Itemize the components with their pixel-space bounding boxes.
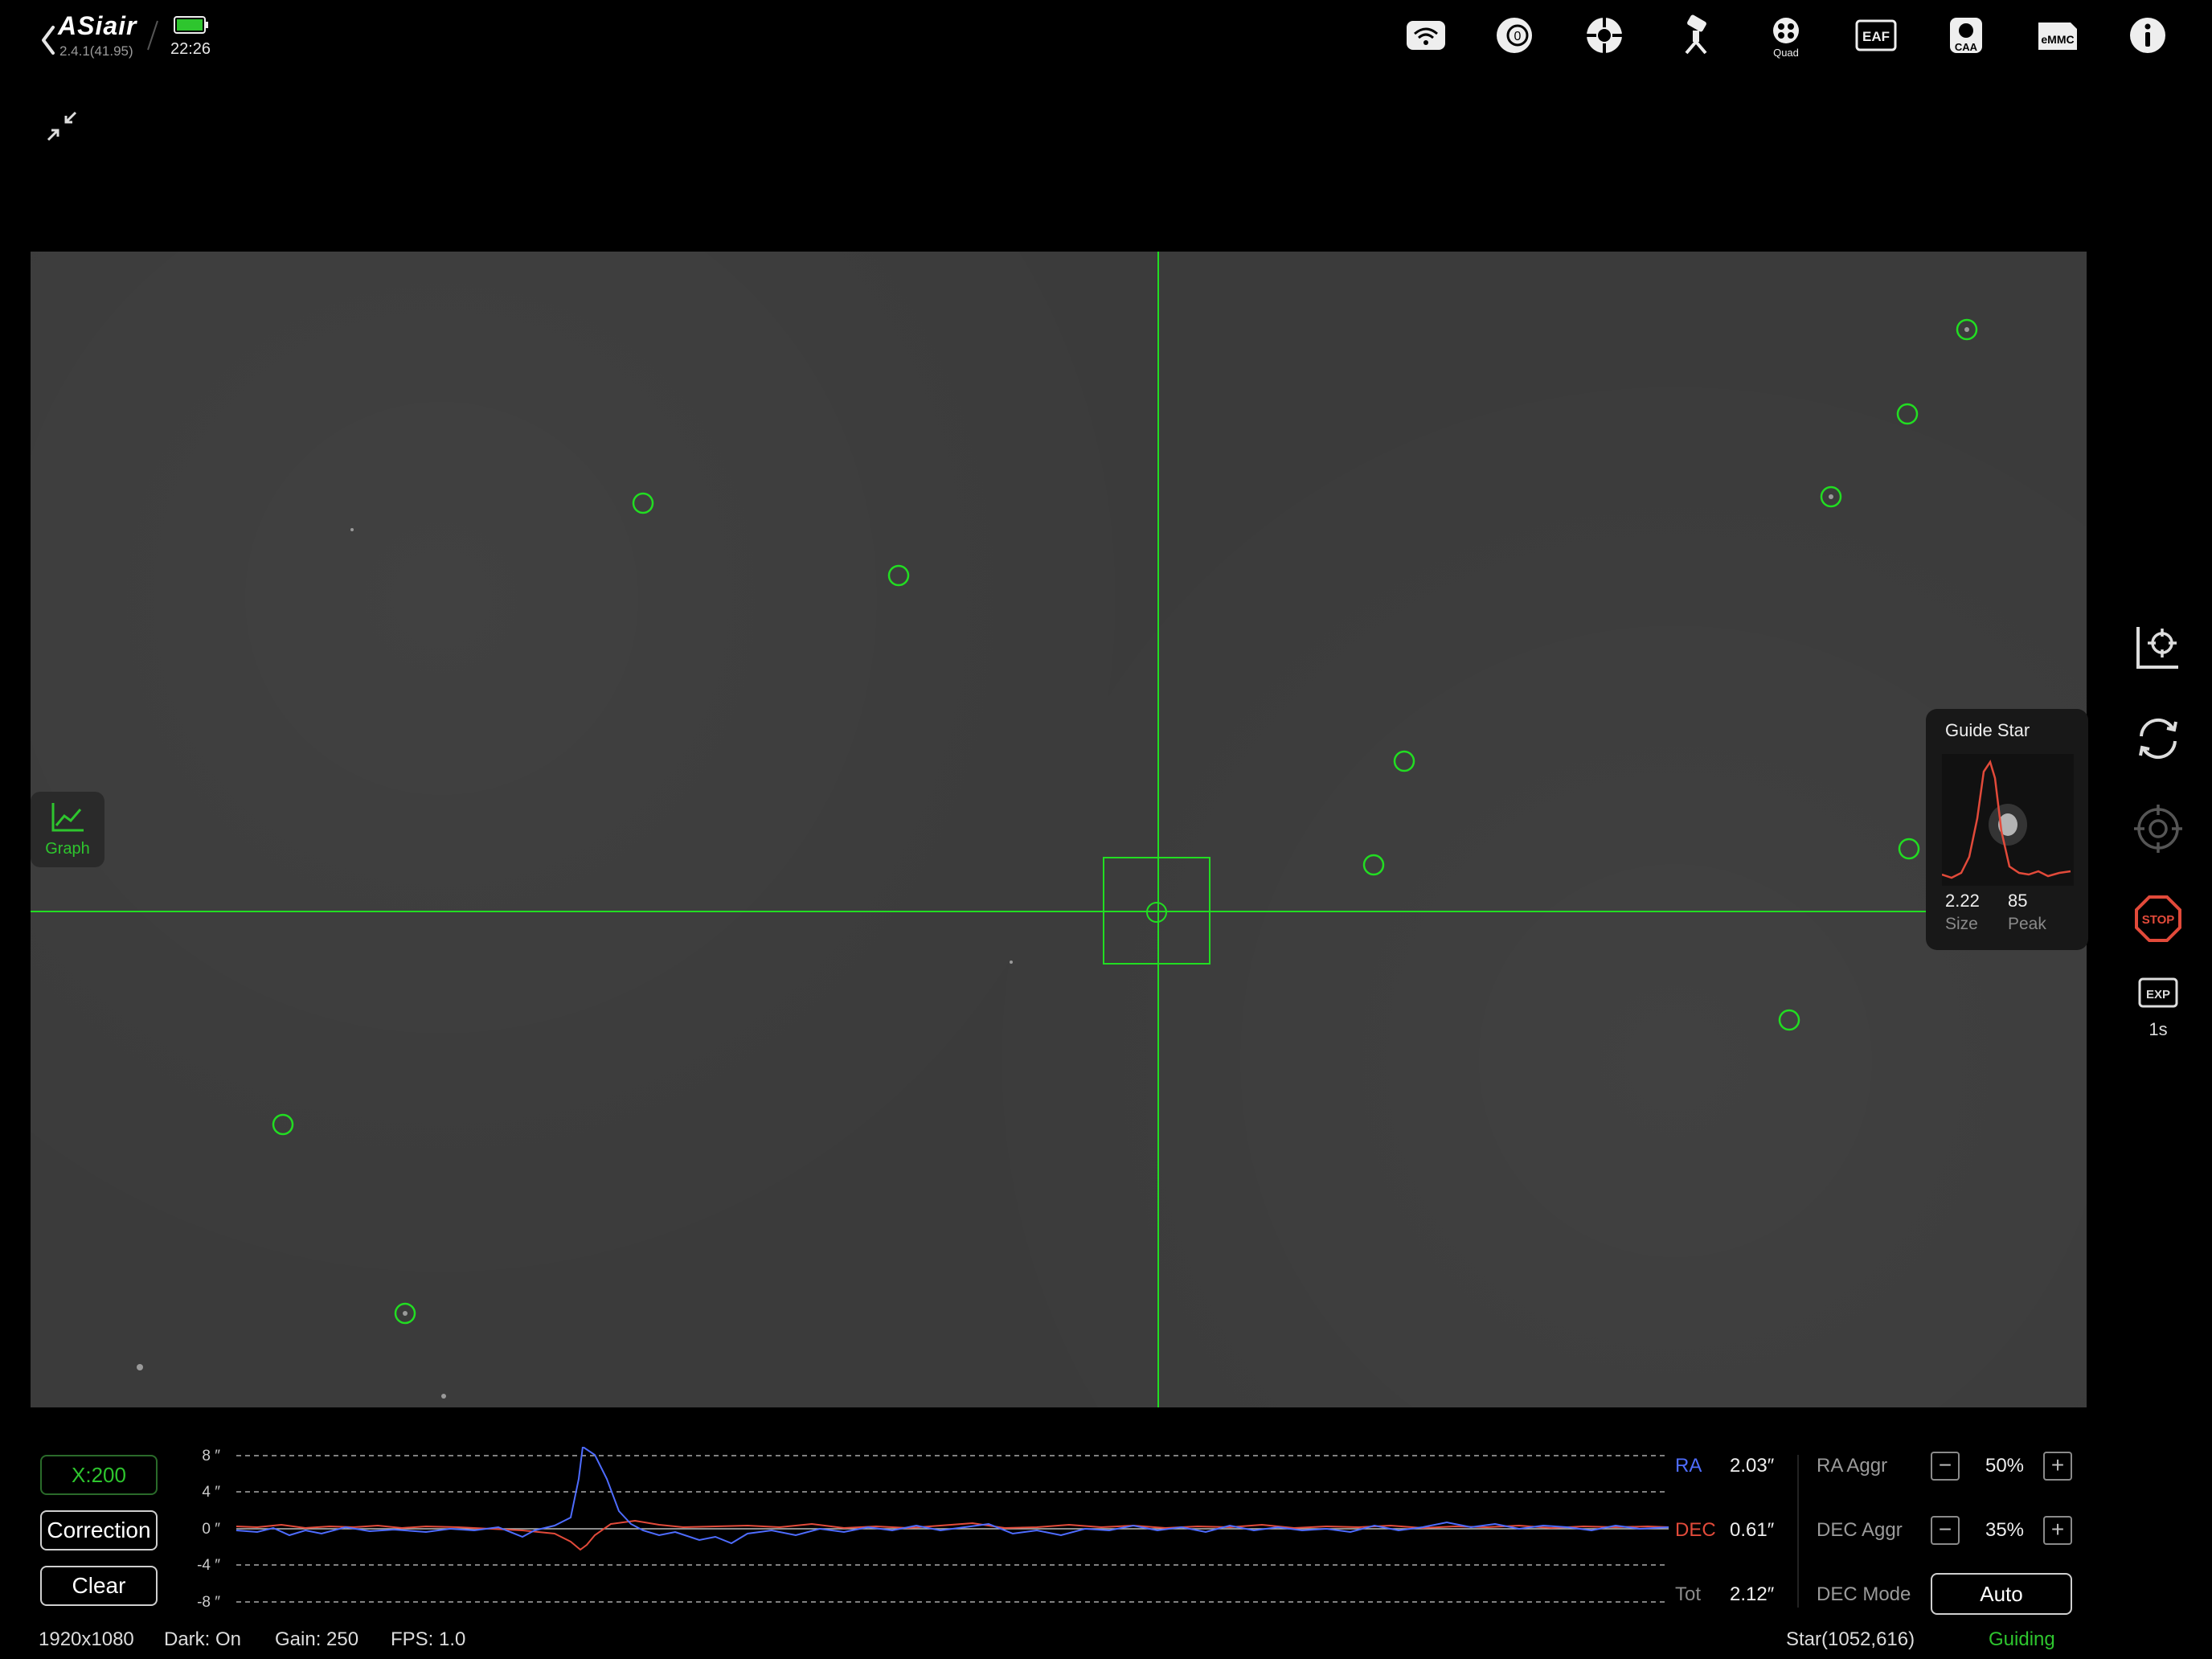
star-marker <box>272 1113 294 1136</box>
status-guiding-state: Guiding <box>1989 1628 2055 1650</box>
camera-icon[interactable]: 0 <box>1490 11 1538 59</box>
graph-button[interactable]: Graph <box>31 792 104 867</box>
dec-aggr-increase-button[interactable]: + <box>2043 1516 2072 1545</box>
star-marker <box>1778 1009 1800 1031</box>
dec-aggressiveness-value: 35% <box>1985 1519 2025 1541</box>
star-marker <box>632 492 654 514</box>
select-star-icon[interactable] <box>2130 619 2186 675</box>
guide-star-peak-label: Peak <box>2008 915 2046 933</box>
star-marker <box>887 564 910 587</box>
status-dark: Dark: On <box>164 1628 242 1650</box>
info-icon[interactable] <box>2124 11 2172 59</box>
collapse-icon[interactable] <box>43 108 80 145</box>
y-tick-label: 4 ″ <box>202 1484 220 1501</box>
guide-star-profile <box>1942 754 2074 886</box>
dec-value: 0.61″ <box>1730 1519 1775 1541</box>
y-tick-label: 8 ″ <box>202 1448 220 1464</box>
separator <box>147 20 158 51</box>
status-fps: FPS: 1.0 <box>391 1628 466 1650</box>
star-marker <box>1362 854 1385 876</box>
dec-mode-select[interactable]: Auto <box>1931 1573 2072 1615</box>
clear-button[interactable]: Clear <box>40 1566 158 1606</box>
graph-button-label: Graph <box>45 840 90 858</box>
ra-aggr-increase-button[interactable]: + <box>2043 1452 2072 1481</box>
guide-star-panel: Guide Star 2.22 Size 85 Peak <box>1926 709 2088 950</box>
ra-aggressiveness-value: 50% <box>1985 1455 2025 1477</box>
battery-icon <box>174 16 208 34</box>
exposure-value[interactable]: 1s <box>2130 1019 2186 1040</box>
status-star-position: Star(1052,616) <box>1786 1628 1915 1650</box>
wifi-icon[interactable] <box>1402 11 1450 59</box>
guide-star-peak: 85 <box>2008 891 2028 911</box>
svg-text:Quad: Quad <box>1773 47 1799 59</box>
guide-overlay <box>31 252 2087 1407</box>
clock: 22:26 <box>170 40 211 58</box>
ra-aggr-decrease-button[interactable]: − <box>1931 1452 1960 1481</box>
guide-star-size-label: Size <box>1945 915 1978 933</box>
svg-text:STOP: STOP <box>2142 913 2175 927</box>
caa-icon[interactable]: CAA <box>1942 11 1990 59</box>
ra-value: 2.03″ <box>1730 1455 1775 1477</box>
y-tick-label: -8 ″ <box>197 1594 220 1611</box>
line-chart-icon <box>51 803 84 832</box>
y-tick-label: 0 ″ <box>202 1521 220 1538</box>
correction-button[interactable]: Correction <box>40 1510 158 1550</box>
quad-filter-icon[interactable]: Quad <box>1762 11 1810 59</box>
dec-trace <box>236 1519 1669 1551</box>
guide-icon[interactable] <box>1580 11 1628 59</box>
total-label: Tot <box>1675 1583 1702 1605</box>
guide-image-view[interactable] <box>31 252 2087 1407</box>
refresh-icon[interactable] <box>2130 711 2186 767</box>
svg-text:0: 0 <box>1514 30 1522 43</box>
svg-text:eMMC: eMMC <box>2041 33 2074 46</box>
dec-aggr-decrease-button[interactable]: − <box>1931 1516 1960 1545</box>
y-tick-label: -4 ″ <box>197 1557 220 1574</box>
mount-icon[interactable] <box>1672 11 1720 59</box>
guide-star-title: Guide Star <box>1945 720 2030 740</box>
emmc-icon[interactable]: eMMC <box>2034 11 2082 59</box>
app-logo: ASiair <box>58 11 137 40</box>
star-marker <box>1898 838 1920 860</box>
dec-aggressiveness-label: DEC Aggr <box>1817 1519 1903 1541</box>
ra-aggressiveness-label: RA Aggr <box>1817 1455 1888 1477</box>
graph-scale-button[interactable]: X:200 <box>40 1455 158 1495</box>
dec-label: DEC <box>1675 1519 1716 1541</box>
svg-text:CAA: CAA <box>1955 41 1978 53</box>
divider <box>1797 1455 1799 1608</box>
eaf-icon[interactable]: EAF <box>1852 11 1900 59</box>
svg-text:EAF: EAF <box>1862 29 1890 44</box>
star-marker <box>1896 403 1919 425</box>
status-gain: Gain: 250 <box>275 1628 359 1650</box>
guide-star-size: 2.22 <box>1945 891 1980 911</box>
ra-label: RA <box>1675 1455 1702 1477</box>
stop-icon[interactable]: STOP <box>2130 891 2186 947</box>
target-icon[interactable] <box>2130 801 2186 857</box>
dec-mode-label: DEC Mode <box>1817 1583 1911 1605</box>
total-value: 2.12″ <box>1730 1583 1775 1605</box>
star-marker <box>1393 750 1415 772</box>
app-version: 2.4.1(41.95) <box>59 43 133 59</box>
guiding-graph: 8 ″ 4 ″ 0 ″ -4 ″ -8 ″ <box>197 1447 1669 1611</box>
exposure-icon[interactable]: EXP <box>2130 974 2186 1014</box>
svg-text:EXP: EXP <box>2146 988 2170 1002</box>
status-resolution: 1920x1080 <box>39 1628 134 1650</box>
